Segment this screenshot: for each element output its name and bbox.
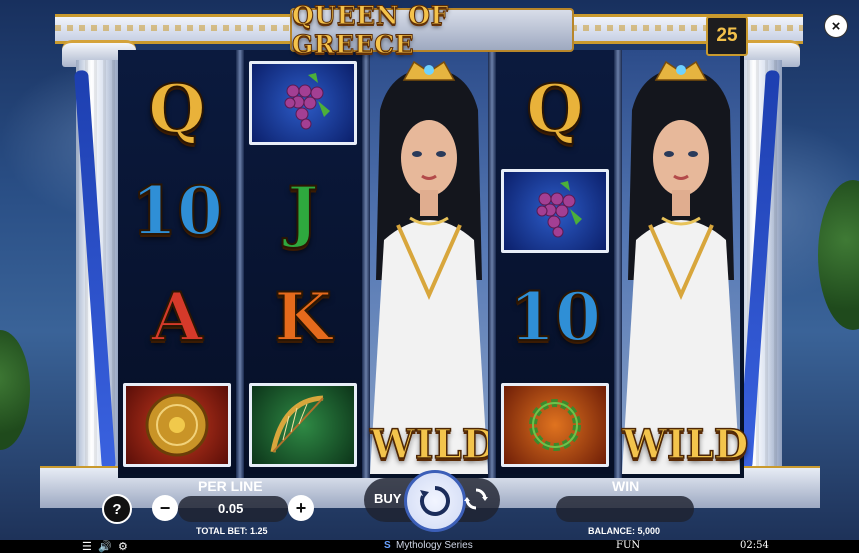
reel-1: Q 10 A: [118, 50, 236, 474]
symbol-laurel: [496, 372, 614, 478]
menu-icon[interactable]: ☰: [82, 540, 92, 553]
reel-separator: [236, 50, 244, 478]
help-button[interactable]: ?: [102, 494, 132, 524]
game-title: QUEEN OF GREECE: [292, 1, 449, 60]
symbol-q: Q: [525, 70, 584, 148]
win-field: [556, 496, 694, 522]
symbol-k: K: [273, 278, 332, 356]
symbol-a: A: [150, 278, 203, 356]
symbol-q: Q: [147, 70, 206, 148]
paylines-badge: 25: [706, 16, 748, 56]
plus-icon: +: [295, 497, 307, 518]
grapes-icon: [249, 61, 357, 145]
shield-icon: [123, 383, 231, 467]
laurel-wreath-icon: [501, 383, 609, 467]
clock: 02:54: [740, 540, 769, 551]
tree-left: [0, 330, 30, 450]
spin-button[interactable]: [404, 470, 466, 532]
autoplay-button[interactable]: [462, 485, 490, 513]
symbol-j: J: [286, 172, 319, 250]
grapes-icon: [501, 169, 609, 253]
game-title-plate: QUEEN OF GREECE: [290, 1, 574, 60]
spin-icon: [420, 486, 450, 516]
bet-increase-button[interactable]: +: [288, 495, 314, 521]
help-icon: ?: [112, 500, 122, 518]
reel-4: Q 10: [496, 50, 614, 474]
buy-button[interactable]: BUY: [374, 491, 401, 506]
wild-label: WILD: [621, 420, 749, 469]
per-line-value: 0.05: [218, 501, 244, 516]
symbol-10: 10: [508, 278, 602, 356]
mode-label: FUN: [616, 540, 641, 551]
symbol-10: 10: [130, 172, 224, 250]
reel-area: Q 10 A J K WILD Q 10 WILD: [118, 50, 749, 478]
reel-separator: [614, 50, 622, 478]
per-line-label: PER LINE: [198, 478, 263, 494]
series-name: Mythology Series: [396, 540, 473, 551]
total-bet: TOTAL BET: 1.25: [196, 526, 268, 536]
close-button[interactable]: ×: [824, 14, 848, 38]
wild-label: WILD: [369, 420, 497, 469]
status-bar: ☰ 🔊 ⚙ S Mythology Series FUN 02:54: [0, 540, 859, 553]
series-logo-icon: S: [384, 540, 391, 551]
minus-icon: −: [159, 497, 171, 518]
sound-icon[interactable]: 🔊: [98, 540, 112, 553]
queen-wild-symbol: [622, 50, 740, 474]
harp-icon: [249, 383, 357, 467]
symbol-grapes: [496, 158, 614, 264]
reel-separator: [362, 50, 370, 478]
autoplay-icon: [464, 488, 488, 510]
balance: BALANCE: 5,000: [588, 526, 661, 536]
reel-5: WILD: [621, 50, 749, 474]
settings-icon[interactable]: ⚙: [118, 540, 128, 553]
symbol-shield: [118, 372, 236, 478]
close-icon: ×: [831, 17, 841, 35]
queen-wild-symbol: [370, 50, 488, 474]
reel-3: WILD: [369, 50, 497, 474]
symbol-grapes: [244, 50, 362, 156]
win-label: WIN: [612, 478, 640, 494]
reel-2: J K: [244, 50, 362, 474]
symbol-harp: [244, 372, 362, 478]
reel-separator: [488, 50, 496, 478]
control-bar: ? PER LINE 0.05 − + TOTAL BET: 1.25 BUY …: [0, 470, 859, 540]
bet-decrease-button[interactable]: −: [152, 495, 178, 521]
